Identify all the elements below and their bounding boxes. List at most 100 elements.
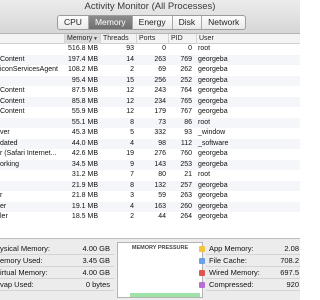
table-row[interactable]: 516.8 MB 93 0 0 root — [0, 44, 300, 55]
process-threads: 8 — [130, 118, 134, 126]
process-pid: 264 — [180, 213, 192, 220]
process-name — [0, 44, 62, 55]
process-threads: 15 — [126, 76, 134, 84]
process-pid: 765 — [180, 97, 192, 105]
sort-descending-icon: ▼ — [93, 36, 98, 42]
table-row[interactable]: 21.9 MB 8 132 257 georgeba — [0, 180, 300, 192]
process-pid: 260 — [180, 202, 192, 210]
process-threads: 14 — [126, 55, 134, 63]
table-row[interactable]: ler 18.5 MB 2 44 264 georgeba — [0, 212, 300, 223]
process-ports: 243 — [154, 87, 166, 94]
table-row[interactable]: er 19.1 MB 4 163 260 georgeba — [0, 201, 300, 212]
process-user: georgeba — [198, 97, 228, 105]
process-name: Content — [0, 87, 25, 94]
table-row[interactable]: Content 197.4 MB 14 263 769 georgeba — [0, 54, 300, 65]
column-header-pid[interactable]: PID — [168, 34, 196, 44]
table-row[interactable]: iconServicesAgent 108.2 MB 2 69 262 georgeba — [0, 65, 300, 76]
table-row[interactable]: 55.1 MB 8 73 86 root — [0, 117, 300, 129]
process-memory: 108.2 MB — [68, 66, 98, 73]
process-name: iconServicesAgent — [0, 66, 58, 73]
stat-label: App Memory: — [209, 244, 254, 253]
column-header-threads[interactable]: Threads — [100, 34, 136, 44]
process-name: Content — [0, 55, 25, 63]
process-ports: 179 — [154, 108, 166, 115]
process-user: georgeba — [198, 181, 228, 189]
window-titlebar: Activity Monitor (All Processes) CPU Mem… — [0, 0, 300, 34]
process-pid: 21 — [184, 171, 192, 178]
column-header-memory-label: Memory — [67, 35, 93, 42]
stat-virtual-memory: irtual Memory: 4.00 GB — [0, 267, 114, 279]
memory-summary-panel: ysical Memory: 4.00 GB emory Used: 3.45 … — [0, 238, 300, 300]
process-user: georgeba — [198, 213, 228, 220]
table-row[interactable]: orking 34.5 MB 9 143 253 georgeba — [0, 159, 300, 170]
process-memory: 21.8 MB — [71, 192, 98, 199]
tab-energy[interactable]: Energy — [133, 16, 173, 29]
memory-pressure-label: MEMORY PRESSURE — [131, 245, 189, 251]
process-threads: 4 — [130, 139, 134, 147]
stat-file-cache: File Cache: 708.2 — [199, 255, 300, 267]
process-ports: 276 — [154, 150, 166, 157]
table-row[interactable]: 95.4 MB 15 256 252 georgeba — [0, 75, 300, 86]
tab-memory[interactable]: Memory — [88, 16, 133, 29]
process-name: r — [0, 192, 3, 199]
process-user: georgeba — [198, 66, 228, 73]
stat-label: File Cache: — [209, 256, 247, 265]
table-row[interactable]: 31.2 MB 7 80 21 root — [0, 170, 300, 181]
stat-compressed: Compressed: 920 — [199, 279, 300, 291]
process-ports: 0 — [162, 45, 166, 52]
process-threads: 3 — [130, 192, 134, 199]
process-user: georgeba — [198, 76, 228, 84]
tab-cpu[interactable]: CPU — [58, 16, 89, 29]
table-row[interactable]: r 21.8 MB 3 59 263 georgeba — [0, 191, 300, 202]
process-name — [0, 118, 62, 129]
table-header: Memory ▼ Threads Ports PID User — [0, 34, 300, 44]
process-pid: 257 — [180, 181, 192, 189]
process-table: 516.8 MB 93 0 0 root Content 197.4 MB 14 263 769 g… — [0, 44, 300, 232]
stat-value: 4.00 GB — [82, 268, 110, 277]
table-row[interactable]: Content 87.5 MB 12 243 764 georgeba — [0, 86, 300, 97]
window-title: Activity Monitor (All Processes) — [84, 1, 216, 12]
wired-memory-color-swatch — [199, 270, 205, 276]
column-header-ports[interactable]: Ports — [136, 34, 168, 44]
process-user: georgeba — [198, 192, 228, 199]
process-name — [0, 170, 62, 181]
process-threads: 93 — [126, 45, 134, 52]
process-memory: 31.2 MB — [71, 171, 98, 178]
stat-physical-memory: ysical Memory: 4.00 GB — [0, 243, 114, 255]
process-ports: 59 — [158, 192, 166, 199]
process-pid: 769 — [180, 55, 192, 63]
stat-wired-memory: Wired Memory: 697.5 — [199, 267, 300, 279]
process-threads: 12 — [126, 97, 134, 105]
table-row[interactable]: Content 85.8 MB 12 234 765 georgeba — [0, 96, 300, 107]
process-memory: 34.5 MB — [71, 160, 98, 168]
stat-label: Wired Memory: — [209, 268, 260, 277]
column-header-memory[interactable]: Memory ▼ — [64, 34, 100, 44]
process-memory: 21.9 MB — [71, 181, 98, 189]
tab-network[interactable]: Network — [202, 16, 245, 29]
process-threads: 19 — [126, 150, 134, 157]
stat-value: 3.45 GB — [82, 256, 110, 265]
process-name — [0, 181, 62, 192]
table-row[interactable]: r (Safari Internet... 42.6 MB 19 276 760 geor… — [0, 149, 300, 160]
column-header-user[interactable]: User — [196, 34, 300, 44]
memory-stats-left: ysical Memory: 4.00 GB emory Used: 3.45 … — [0, 243, 114, 291]
stat-label: emory Used: — [0, 256, 43, 265]
tab-disk[interactable]: Disk — [173, 16, 203, 29]
table-row[interactable]: ver 45.3 MB 5 332 93 _window — [0, 128, 300, 139]
process-threads: 4 — [130, 202, 134, 210]
table-row[interactable]: Content 55.9 MB 12 179 767 georgeba — [0, 107, 300, 118]
process-ports: 132 — [154, 181, 166, 189]
process-pid: 253 — [180, 160, 192, 168]
process-name: dated — [0, 139, 18, 147]
process-memory: 45.3 MB — [71, 129, 98, 136]
process-memory: 95.4 MB — [71, 76, 98, 84]
process-ports: 163 — [154, 202, 166, 210]
column-header-process-name[interactable] — [0, 34, 64, 44]
process-user: georgeba — [198, 202, 228, 210]
process-ports: 332 — [154, 129, 166, 136]
process-ports: 256 — [154, 76, 166, 84]
table-row[interactable]: dated 44.0 MB 4 98 112 _software — [0, 138, 300, 149]
process-threads: 12 — [126, 87, 134, 94]
stat-label: irtual Memory: — [0, 268, 48, 277]
process-user: georgeba — [198, 55, 228, 63]
